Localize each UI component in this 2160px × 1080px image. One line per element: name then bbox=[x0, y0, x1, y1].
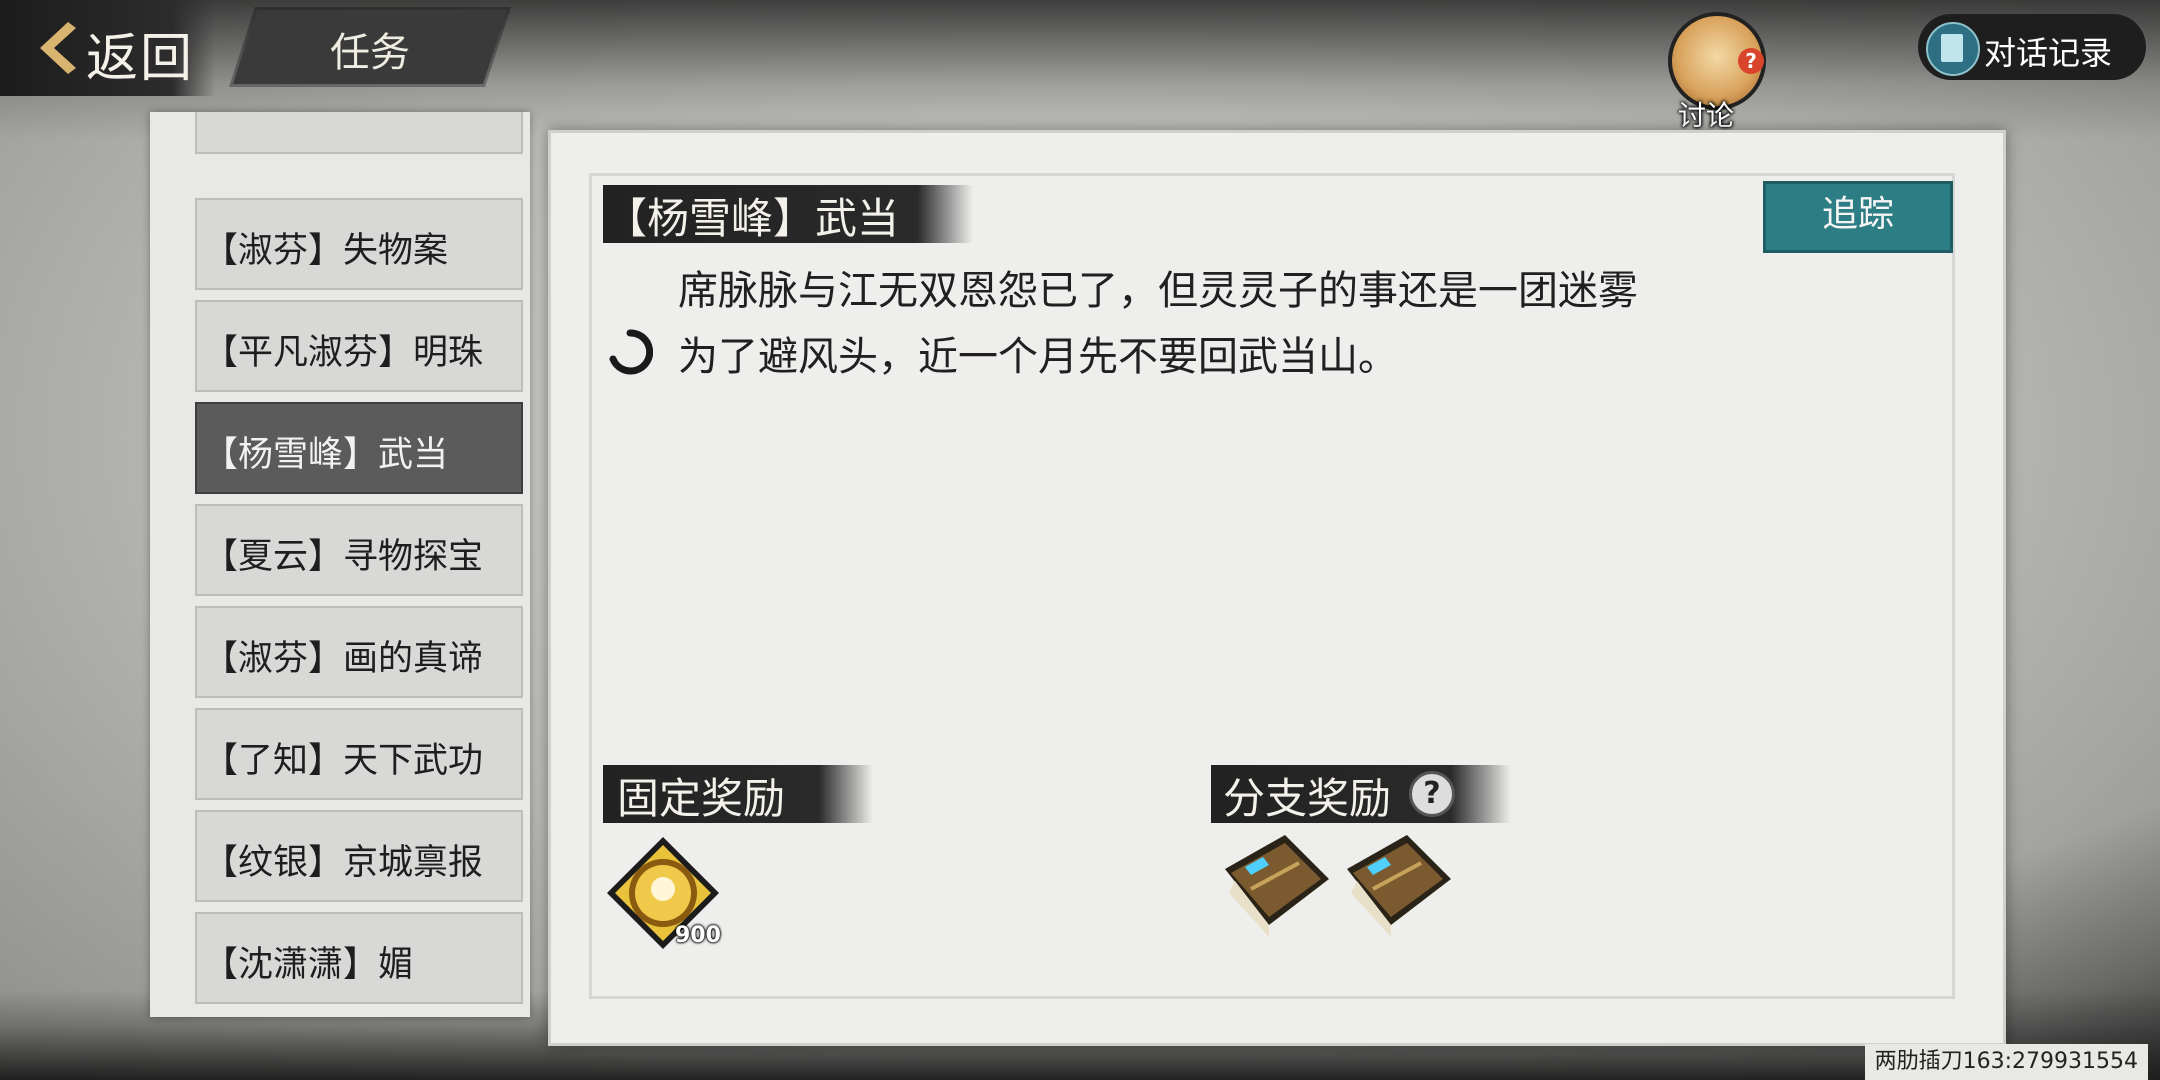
quest-list-label: 【沈潇潇】媚 bbox=[203, 945, 414, 985]
quest-description: 席脉脉与江无双恩怨已了，但灵灵子的事还是一团迷雾 为了避风头，近一个月先不要回武… bbox=[678, 258, 1878, 390]
quest-list-item[interactable]: 【沈潇潇】媚 bbox=[195, 912, 523, 1004]
discuss-button[interactable]: ? 讨论 bbox=[1660, 8, 1770, 132]
quest-list-item[interactable]: 【淑芬】失物案 bbox=[195, 198, 523, 290]
page-title: 任务 bbox=[330, 30, 410, 76]
track-button[interactable]: 追踪 bbox=[1763, 181, 1953, 253]
quest-list-label: 【夏云】寻物探宝 bbox=[203, 537, 484, 577]
quest-title: 【杨雪峰】武当 bbox=[605, 194, 900, 243]
quest-detail-panel: 【杨雪峰】武当 追踪 席脉脉与江无双恩怨已了，但灵灵子的事还是一团迷雾 为了避风… bbox=[548, 130, 2006, 1046]
discuss-label: 讨论 bbox=[1678, 99, 1735, 132]
back-label: 返回 bbox=[86, 29, 195, 89]
quest-description-line: 为了避风头，近一个月先不要回武当山。 bbox=[678, 334, 1398, 380]
quest-list-label: 【纹银】京城禀报 bbox=[203, 843, 484, 883]
skill-book-icon bbox=[1347, 835, 1451, 937]
quest-list-item[interactable]: 【了知】天下武功 bbox=[195, 708, 523, 800]
branch-reward-label: 分支奖励 bbox=[1223, 774, 1392, 823]
reward-item[interactable] bbox=[1215, 829, 1335, 949]
reward-item[interactable]: 900 bbox=[603, 833, 723, 953]
dialog-log-label: 对话记录 bbox=[1984, 34, 2113, 72]
chevron-left-icon bbox=[40, 22, 76, 74]
dialog-log-button[interactable]: 对话记录 bbox=[1918, 14, 2146, 80]
skill-book-icon bbox=[1225, 835, 1329, 937]
quest-list-panel[interactable]: 【淑芬】失物案 【平凡淑芬】明珠 【杨雪峰】武当 【夏云】寻物探宝 【淑芬】画的… bbox=[150, 112, 530, 1017]
progress-ring-icon bbox=[609, 329, 653, 375]
quest-list-item[interactable]: 【夏云】寻物探宝 bbox=[195, 504, 523, 596]
account-watermark: 两肋插刀163:279931554 bbox=[1864, 1044, 2148, 1080]
quest-list-item[interactable]: 【淑芬】画的真谛 bbox=[195, 606, 523, 698]
quest-description-line: 席脉脉与江无双恩怨已了，但灵灵子的事还是一团迷雾 bbox=[678, 268, 1638, 314]
quest-list-item-active[interactable]: 【杨雪峰】武当 bbox=[195, 402, 523, 494]
quest-list-label: 【了知】天下武功 bbox=[203, 741, 484, 781]
book-icon bbox=[1926, 22, 1980, 76]
fixed-reward-label: 固定奖励 bbox=[617, 774, 786, 823]
quest-list-item[interactable]: 【平凡淑芬】明珠 bbox=[195, 300, 523, 392]
reward-count: 900 bbox=[675, 923, 721, 948]
quest-list-label: 【淑芬】失物案 bbox=[203, 231, 449, 271]
quest-list-label: 【平凡淑芬】明珠 bbox=[203, 333, 484, 373]
quest-list-item[interactable]: 【纹银】京城禀报 bbox=[195, 810, 523, 902]
reward-item[interactable] bbox=[1337, 829, 1457, 949]
help-icon[interactable]: ? bbox=[1409, 771, 1455, 817]
back-button[interactable]: 返回 bbox=[0, 0, 215, 96]
question-mark-icon: ? bbox=[1738, 48, 1764, 74]
quest-list-label: 【淑芬】画的真谛 bbox=[203, 639, 484, 679]
quest-list-label: 【杨雪峰】武当 bbox=[203, 435, 449, 475]
quest-list-item-partial[interactable] bbox=[195, 112, 523, 154]
